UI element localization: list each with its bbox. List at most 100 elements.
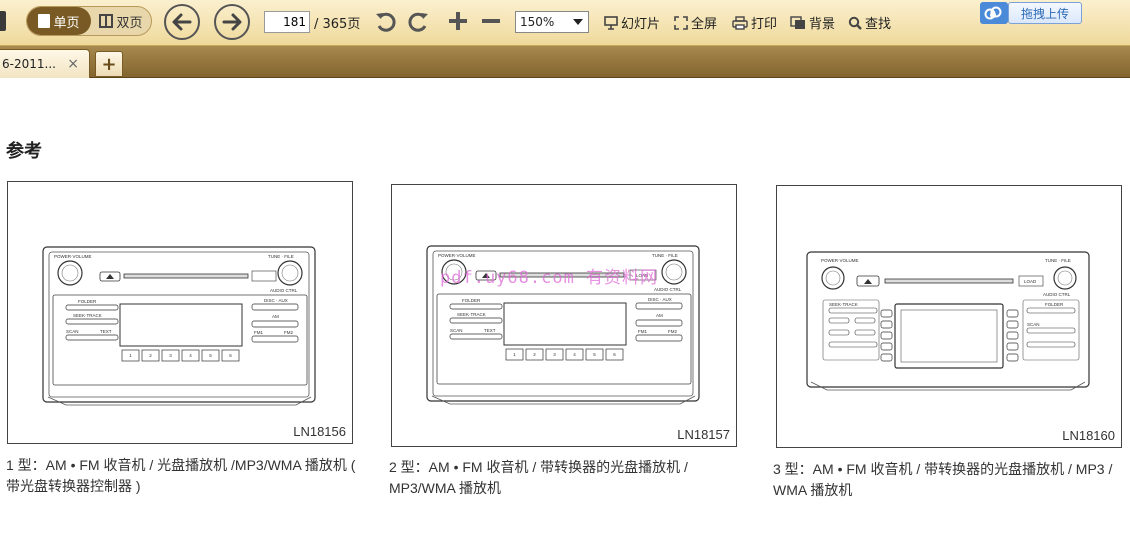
disc-aux-button [251, 303, 299, 311]
zoom-in-button[interactable] [447, 10, 469, 32]
zoom-select[interactable]: 150% [515, 11, 589, 33]
section-heading: 参考 [6, 141, 42, 162]
scan-label: SCAN [1027, 322, 1040, 327]
print-label: 打印 [751, 17, 778, 32]
plus-icon: + [101, 53, 117, 75]
upload-label: 拖拽上传 [1020, 6, 1069, 21]
fullscreen-button[interactable]: 全屏 [674, 13, 717, 32]
view-mode-group: 单页 双页 [26, 6, 152, 36]
chevron-down-icon [573, 19, 583, 25]
disc-aux-label: DISC · AUX [264, 298, 288, 303]
display-screen [894, 303, 1004, 369]
disc-slot [123, 273, 249, 279]
audio-ctrl-label: AUDIO CTRL [270, 288, 298, 293]
seek-track-button [65, 318, 119, 325]
scan-label: SCAN [66, 329, 79, 334]
figure-radio-type-1: POWER·VOLUME TUNE · FILE AUDIO CTRL FOLD… [7, 181, 353, 444]
radio-illustration: POWER·VOLUME TUNE · FILE AUDIO CTRL FOLD… [42, 246, 316, 406]
double-page-icon [99, 14, 114, 28]
tab-bar: 6-2011... × + [0, 46, 1130, 78]
side-button [1006, 353, 1019, 362]
new-tab-button[interactable]: + [95, 51, 123, 77]
disc-slot [884, 278, 1014, 284]
power-volume-label: POWER·VOLUME [438, 253, 476, 258]
seek-track-label: SEEK·TRACK [73, 313, 102, 318]
document-tab-label: 6-2011... [2, 57, 56, 71]
menu-icon-stub[interactable] [0, 11, 6, 31]
prev-page-button[interactable] [164, 4, 200, 40]
watermark: pdf.uy68.com 有资料网 [440, 268, 659, 288]
printer-icon [732, 15, 748, 30]
load-label: LOAD [1024, 279, 1037, 284]
volume-knob [821, 266, 845, 290]
page-total: / 365页 [314, 17, 361, 32]
power-volume-label: POWER·VOLUME [821, 258, 859, 263]
figure-radio-type-2: POWER·VOLUME TUNE · FILE LOAD AUDIO CTRL… [391, 184, 737, 447]
folder-label: FOLDER [78, 299, 97, 304]
volume-knob [57, 260, 83, 286]
figure-caption-1: 1 型：AM • FM 收音机 / 光盘播放机 /MP3/WMA 播放机 ( 带… [6, 457, 356, 494]
rotate-right-button[interactable] [406, 10, 430, 34]
am-button [635, 319, 683, 327]
fm1-label: FM1 [254, 330, 263, 335]
am-label: AM [272, 314, 279, 319]
background-button[interactable]: 背景 [790, 13, 835, 32]
double-page-button[interactable]: 双页 [91, 7, 151, 35]
seek-track-button [449, 317, 503, 324]
side-button [880, 342, 893, 351]
fullscreen-label: 全屏 [691, 17, 718, 32]
fm2-label: FM2 [668, 329, 677, 334]
tune-knob [277, 260, 303, 286]
single-page-button[interactable]: 单页 [27, 7, 91, 35]
folder-button [65, 304, 119, 311]
projector-icon [604, 15, 618, 30]
radio-illustration: POWER·VOLUME TUNE · FILE LOAD AUDIO CTRL… [806, 251, 1090, 391]
slideshow-label: 幻灯片 [621, 17, 661, 32]
cloud-upload-icon [980, 2, 1008, 24]
document-page[interactable]: 参考 POWER·VOLUME TUNE · FILE AUDIO CTRL F… [0, 79, 1130, 539]
text-label: TEXT [100, 329, 112, 334]
document-tab[interactable]: 6-2011... × [0, 49, 90, 78]
figure-code: LN18156 [293, 424, 346, 439]
find-button[interactable]: 查找 [848, 13, 891, 32]
figure-code: LN18160 [1062, 428, 1115, 443]
drag-upload-button[interactable]: 拖拽上传 [1008, 2, 1082, 24]
folder-label: FOLDER [1045, 302, 1064, 307]
seek-track-label: SEEK·TRACK [829, 302, 858, 307]
rotate-left-icon [376, 12, 396, 32]
side-button [1006, 309, 1019, 318]
tune-file-label: TUNE · FILE [1045, 258, 1071, 263]
arrow-left-icon [172, 13, 192, 31]
side-button [880, 331, 893, 340]
fm-button [635, 334, 683, 342]
fm1-label: FM1 [638, 329, 647, 334]
folder-button [449, 303, 503, 310]
scan-button [65, 334, 119, 341]
text-label: TEXT [484, 328, 496, 333]
single-page-icon [38, 14, 51, 28]
disc-aux-button [635, 302, 683, 310]
display-screen [119, 303, 243, 347]
plus-icon [449, 12, 467, 30]
rotate-left-button[interactable] [374, 10, 398, 34]
page-number-input[interactable] [264, 11, 310, 33]
tune-knob [661, 259, 687, 285]
audio-ctrl-label: AUDIO CTRL [654, 287, 682, 292]
arrow-right-icon [222, 13, 242, 31]
close-icon[interactable]: × [67, 56, 79, 72]
print-button[interactable]: 打印 [732, 13, 777, 32]
side-button [880, 353, 893, 362]
side-button [1006, 331, 1019, 340]
tune-file-label: TUNE · FILE [652, 253, 678, 258]
disc-aux-label: DISC · AUX [648, 297, 672, 302]
double-page-label: 双页 [116, 15, 143, 31]
slideshow-button[interactable]: 幻灯片 [604, 13, 660, 32]
zoom-out-button[interactable] [480, 10, 502, 32]
side-button [1006, 342, 1019, 351]
next-page-button[interactable] [214, 4, 250, 40]
side-button [880, 320, 893, 329]
figure-caption-2: 2 型：AM • FM 收音机 / 带转换器的光盘播放机 / MP3/WMA 播… [389, 459, 688, 496]
display-screen [503, 302, 627, 346]
am-label: AM [656, 313, 663, 318]
zoom-value: 150% [520, 15, 555, 29]
